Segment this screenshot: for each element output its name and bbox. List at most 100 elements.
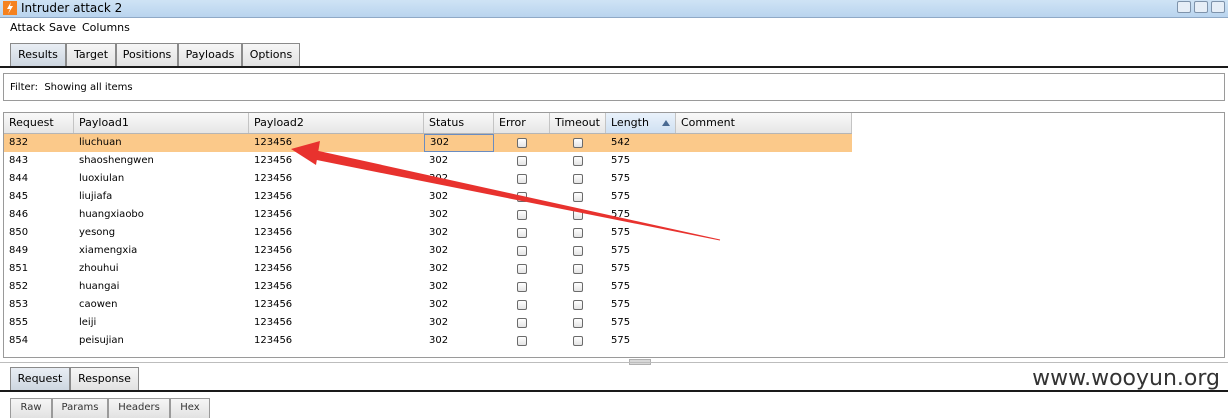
cell-error (494, 224, 550, 242)
cell-payload1: zhouhui (79, 263, 119, 274)
cell-timeout (550, 152, 606, 170)
tab-results[interactable]: Results (10, 43, 66, 66)
tab-target[interactable]: Target (66, 43, 116, 66)
checkbox-icon[interactable] (517, 210, 527, 220)
filter-bar[interactable]: Filter: Showing all items (3, 73, 1225, 101)
checkbox-icon[interactable] (573, 174, 583, 184)
subtab-raw[interactable]: Raw (10, 398, 52, 418)
minimize-icon[interactable] (1177, 1, 1191, 13)
subtab-params[interactable]: Params (52, 398, 108, 418)
cell-error (494, 206, 550, 224)
cell-comment (676, 134, 852, 152)
cell-payload1: shaoshengwen (79, 155, 154, 166)
table-row[interactable]: 846 huangxiaobo 123456 302 575 (4, 206, 852, 224)
menu-save[interactable]: Save (49, 21, 76, 34)
column-comment[interactable]: Comment (676, 113, 852, 133)
checkbox-icon[interactable] (517, 246, 527, 256)
table-row[interactable]: 832 liuchuan 123456 302 542 (4, 134, 852, 152)
maximize-icon[interactable] (1194, 1, 1208, 13)
checkbox-icon[interactable] (517, 228, 527, 238)
results-table[interactable]: Request Payload1 Payload2 Status Error T… (3, 112, 1225, 358)
cell-timeout (550, 278, 606, 296)
cell-payload1: huangai (79, 281, 120, 292)
cell-comment (676, 152, 852, 170)
checkbox-icon[interactable] (517, 300, 527, 310)
checkbox-icon[interactable] (517, 282, 527, 292)
cell-length: 575 (611, 299, 631, 310)
checkbox-icon[interactable] (573, 264, 583, 274)
column-request[interactable]: Request (4, 113, 74, 133)
cell-payload2: 123456 (254, 137, 293, 148)
column-timeout[interactable]: Timeout (550, 113, 606, 133)
checkbox-icon[interactable] (573, 318, 583, 328)
checkbox-icon[interactable] (573, 300, 583, 310)
tab-response[interactable]: Response (70, 367, 139, 390)
checkbox-icon[interactable] (573, 336, 583, 346)
checkbox-icon[interactable] (517, 138, 527, 148)
checkbox-icon[interactable] (573, 246, 583, 256)
cell-status: 302 (429, 281, 449, 292)
cell-payload2: 123456 (254, 263, 293, 274)
subtab-hex[interactable]: Hex (170, 398, 210, 418)
table-row[interactable]: 855 leiji 123456 302 575 (4, 314, 852, 332)
column-length[interactable]: Length (606, 113, 676, 133)
split-divider[interactable] (0, 362, 1228, 363)
table-row[interactable]: 843 shaoshengwen 123456 302 575 (4, 152, 852, 170)
checkbox-icon[interactable] (517, 174, 527, 184)
cell-length: 575 (611, 263, 631, 274)
checkbox-icon[interactable] (573, 282, 583, 292)
column-payload1[interactable]: Payload1 (74, 113, 249, 133)
table-row[interactable]: 850 yesong 123456 302 575 (4, 224, 852, 242)
table-row[interactable]: 854 peisujian 123456 302 575 (4, 332, 852, 350)
cell-status: 302 (429, 155, 449, 166)
table-row[interactable]: 851 zhouhui 123456 302 575 (4, 260, 852, 278)
tab-payloads[interactable]: Payloads (178, 43, 242, 66)
checkbox-icon[interactable] (573, 138, 583, 148)
cell-comment (676, 314, 852, 332)
cell-timeout (550, 206, 606, 224)
table-row[interactable]: 845 liujiafa 123456 302 575 (4, 188, 852, 206)
cell-comment (676, 170, 852, 188)
tab-positions[interactable]: Positions (116, 43, 178, 66)
cell-payload2: 123456 (254, 281, 293, 292)
checkbox-icon[interactable] (573, 192, 583, 202)
subtab-headers[interactable]: Headers (108, 398, 170, 418)
cell-error (494, 296, 550, 314)
close-icon[interactable] (1211, 1, 1225, 13)
checkbox-icon[interactable] (573, 228, 583, 238)
cell-payload2: 123456 (254, 227, 293, 238)
cell-error (494, 332, 550, 350)
tab-options[interactable]: Options (242, 43, 300, 66)
checkbox-icon[interactable] (573, 210, 583, 220)
table-row[interactable]: 852 huangai 123456 302 575 (4, 278, 852, 296)
table-row[interactable]: 844 luoxiulan 123456 302 575 (4, 170, 852, 188)
cell-timeout (550, 332, 606, 350)
cell-payload1: luoxiulan (79, 173, 125, 184)
column-error[interactable]: Error (494, 113, 550, 133)
cell-request: 853 (9, 299, 29, 310)
checkbox-icon[interactable] (517, 318, 527, 328)
checkbox-icon[interactable] (517, 264, 527, 274)
table-row[interactable]: 849 xiamengxia 123456 302 575 (4, 242, 852, 260)
cell-timeout (550, 296, 606, 314)
menu-attack[interactable]: Attack (10, 21, 45, 34)
cell-error (494, 278, 550, 296)
cell-request: 850 (9, 227, 29, 238)
cell-length: 575 (611, 209, 631, 220)
column-status[interactable]: Status (424, 113, 494, 133)
checkbox-icon[interactable] (573, 156, 583, 166)
cell-status: 302 (429, 317, 449, 328)
cell-payload2: 123456 (254, 155, 293, 166)
tab-request[interactable]: Request (10, 367, 70, 390)
checkbox-icon[interactable] (517, 156, 527, 166)
cell-request: 851 (9, 263, 29, 274)
cell-length: 575 (611, 281, 631, 292)
menu-columns[interactable]: Columns (82, 21, 130, 34)
cell-payload1: xiamengxia (79, 245, 138, 256)
checkbox-icon[interactable] (517, 192, 527, 202)
checkbox-icon[interactable] (517, 336, 527, 346)
cell-status: 302 (429, 335, 449, 346)
cell-comment (676, 188, 852, 206)
table-row[interactable]: 853 caowen 123456 302 575 (4, 296, 852, 314)
column-payload2[interactable]: Payload2 (249, 113, 424, 133)
